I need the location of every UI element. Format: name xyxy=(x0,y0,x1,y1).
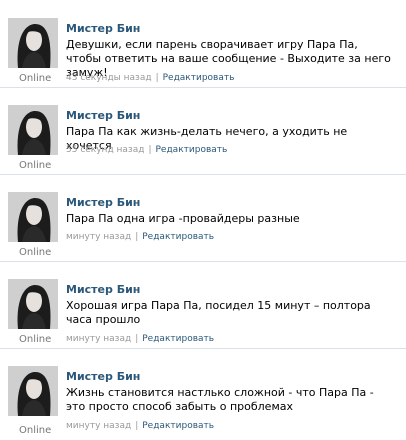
post-text: Пара Па одна игра -провайдеры разные xyxy=(66,212,300,225)
post-meta: минуту назад | Редактировать xyxy=(66,421,214,431)
avatar-photo-icon xyxy=(8,105,58,155)
avatar-photo-icon xyxy=(8,192,58,242)
author-name[interactable]: Мистер Бин xyxy=(66,196,140,209)
avatar-photo-icon xyxy=(8,279,58,329)
post-meta: 55 секунд назад | Редактировать xyxy=(66,145,227,155)
online-status: Online xyxy=(19,73,52,84)
post-meta: минуту назад | Редактировать xyxy=(66,232,214,242)
author-name[interactable]: Мистер Бин xyxy=(66,370,140,383)
post-time: минуту назад xyxy=(66,232,132,242)
avatar[interactable] xyxy=(8,105,58,155)
avatar[interactable] xyxy=(8,192,58,242)
avatar[interactable] xyxy=(8,366,58,416)
meta-separator: | xyxy=(135,421,139,431)
meta-separator: | xyxy=(148,145,152,155)
avatar[interactable] xyxy=(8,18,58,68)
meta-separator: | xyxy=(135,334,139,344)
edit-link[interactable]: Редактировать xyxy=(142,334,214,344)
meta-separator: | xyxy=(135,232,139,242)
online-status: Online xyxy=(19,247,52,258)
author-name[interactable]: Мистер Бин xyxy=(66,283,140,296)
post-divider xyxy=(0,87,406,88)
wall-post: Online Мистер Бин Девушки, если парень с… xyxy=(0,0,406,87)
author-name[interactable]: Мистер Бин xyxy=(66,109,140,122)
wall-post: Online Мистер Бин Пара Па как жизнь-дела… xyxy=(0,87,406,174)
post-divider xyxy=(0,261,406,262)
online-status: Online xyxy=(19,160,52,171)
post-divider xyxy=(0,174,406,175)
post-time: минуту назад xyxy=(66,334,132,344)
post-time: 43 секунды назад xyxy=(66,73,152,83)
edit-link[interactable]: Редактировать xyxy=(142,421,214,431)
post-divider xyxy=(0,348,406,349)
post-meta: 43 секунды назад | Редактировать xyxy=(66,73,234,83)
avatar[interactable] xyxy=(8,279,58,329)
post-text: Хорошая игра Пара Па, посидел 15 минут –… xyxy=(66,299,371,326)
post-text: Жизнь становится настлько сложной - что … xyxy=(66,386,374,413)
avatar-photo-icon xyxy=(8,366,58,416)
wall-post: Online Мистер Бин Жизнь становится настл… xyxy=(0,348,406,440)
post-meta: минуту назад | Редактировать xyxy=(66,334,214,344)
post-time: 55 секунд назад xyxy=(66,145,145,155)
avatar-photo-icon xyxy=(8,18,58,68)
post-time: минуту назад xyxy=(66,421,132,431)
author-name[interactable]: Мистер Бин xyxy=(66,22,140,35)
edit-link[interactable]: Редактировать xyxy=(163,73,235,83)
edit-link[interactable]: Редактировать xyxy=(142,232,214,242)
wall-post: Online Мистер Бин Пара Па одна игра -про… xyxy=(0,174,406,261)
edit-link[interactable]: Редактировать xyxy=(156,145,228,155)
wall-post: Online Мистер Бин Хорошая игра Пара Па, … xyxy=(0,261,406,348)
online-status: Online xyxy=(19,334,52,345)
meta-separator: | xyxy=(155,73,159,83)
online-status: Online xyxy=(19,425,52,436)
